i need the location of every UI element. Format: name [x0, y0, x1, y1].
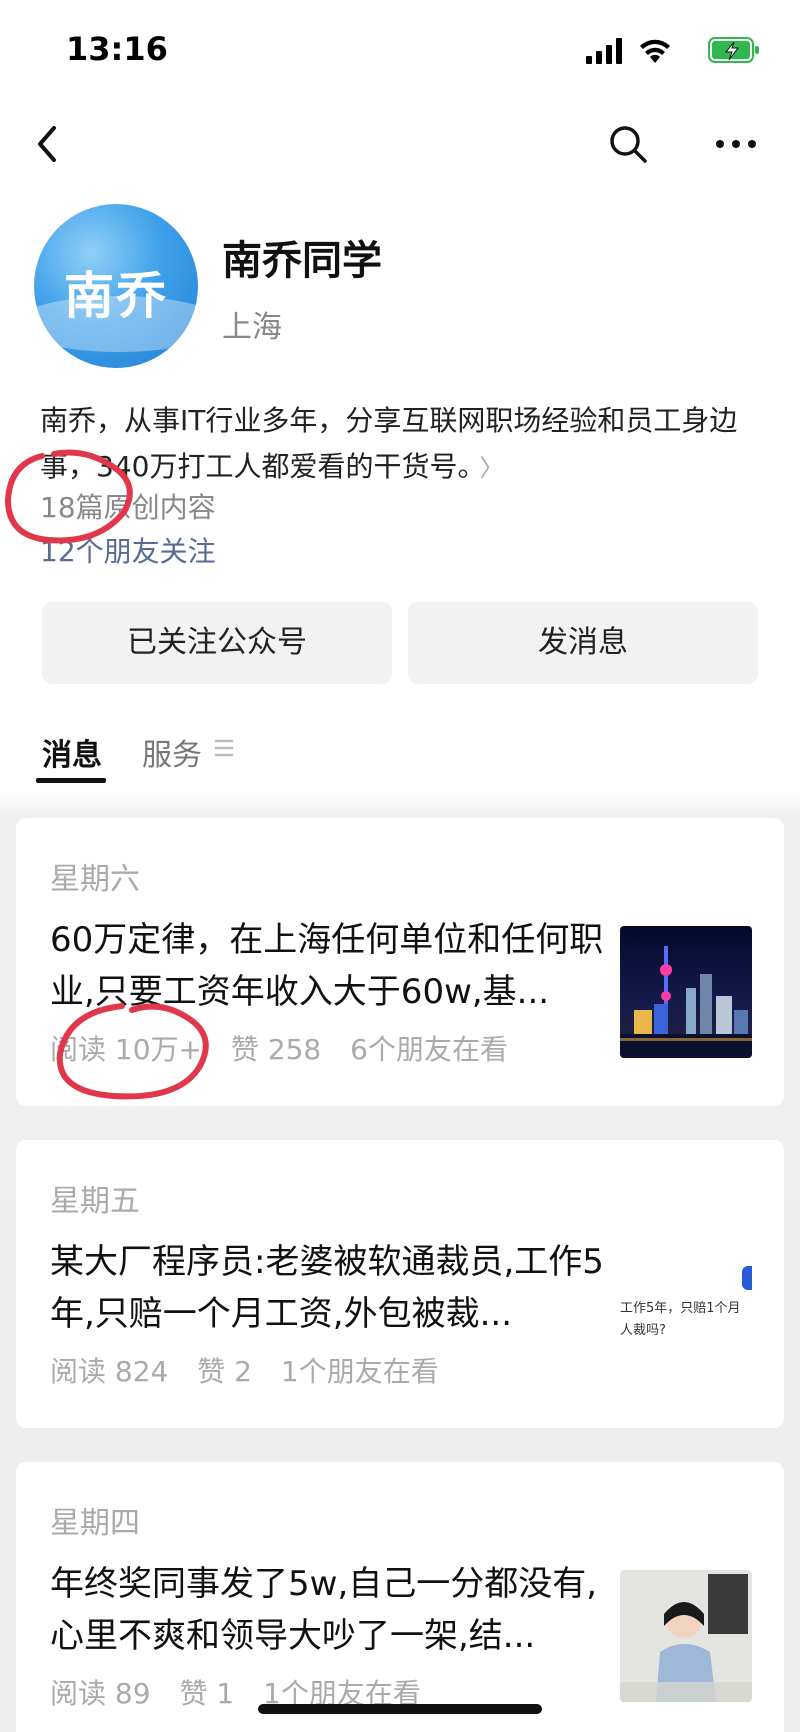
article-card[interactable]: 星期四 年终奖同事发了5w,自己一分都没有,心里不爽和领导大吵了一架,结... … [16, 1462, 784, 1732]
article-friends-watching: 6个朋友在看 [350, 1033, 508, 1066]
article-meta: 阅读 10万+ 赞 258 6个朋友在看 [50, 1028, 528, 1068]
profile-description-text: 南乔，从事IT行业多年，分享互联网职场经验和员工身边事，340万打工人都爱看的干… [40, 404, 738, 483]
article-thumbnail-city-night [620, 926, 752, 1058]
chevron-right-icon: 〉 [479, 454, 504, 482]
original-count: 18篇原创内容 [40, 491, 216, 524]
article-day: 星期四 [50, 1506, 140, 1541]
profile-location: 上海 [222, 310, 282, 345]
article-reads: 阅读 89 [50, 1677, 151, 1710]
article-likes: 赞 2 [197, 1355, 252, 1388]
tab-services[interactable]: 服务 [142, 730, 202, 774]
avatar-text: 南乔 [64, 267, 168, 325]
tab-bar: 消息 服务 [0, 730, 800, 790]
friends-follow-link[interactable]: 12个朋友关注 [40, 530, 216, 570]
tab-active-indicator [36, 778, 106, 783]
article-title: 某大厂程序员:老婆被软通裁员,工作5年,只赔一个月工资,外包被裁... [50, 1242, 604, 1334]
thumbnail-caption: 工作5年，只赔1个月 人裁吗? [620, 1301, 741, 1338]
article-likes: 赞 258 [230, 1033, 322, 1066]
nav-bar [0, 110, 800, 180]
menu-icon[interactable] [212, 736, 236, 760]
tab-messages[interactable]: 消息 [42, 730, 102, 774]
search-icon[interactable] [606, 122, 650, 166]
send-message-button[interactable]: 发消息 [408, 602, 758, 684]
article-card[interactable]: 星期六 60万定律，在上海任何单位和任何职业,只要工资年收入大于60w,基...… [16, 818, 784, 1106]
wifi-icon [640, 39, 670, 63]
followed-account-button[interactable]: 已关注公众号 [42, 602, 392, 684]
avatar[interactable]: 南乔 [34, 204, 198, 368]
signal-icon [586, 38, 622, 64]
profile-description[interactable]: 南乔，从事IT行业多年，分享互联网职场经验和员工身边事，340万打工人都爱看的干… [40, 398, 760, 491]
profile-name: 南乔同学 [222, 238, 382, 284]
status-bar: 13:16 [0, 0, 800, 100]
article-day: 星期五 [50, 1184, 140, 1219]
status-icons [560, 34, 760, 68]
article-day: 星期六 [50, 862, 140, 897]
article-likes: 赞 1 [179, 1677, 235, 1710]
battery-charging-icon [708, 37, 759, 63]
thumbnail-accent [742, 1266, 752, 1290]
article-title: 60万定律，在上海任何单位和任何职业,只要工资年收入大于60w,基... [50, 920, 604, 1012]
status-time: 13:16 [66, 30, 168, 68]
article-reads: 阅读 824 [50, 1355, 169, 1388]
article-friends-watching: 1个朋友在看 [280, 1355, 439, 1388]
article-thumbnail-text: 工作5年，只赔1个月 人裁吗? [620, 1248, 752, 1380]
article-card[interactable]: 星期五 某大厂程序员:老婆被软通裁员,工作5年,只赔一个月工资,外包被裁... … [16, 1140, 784, 1428]
article-thumbnail-office-photo [620, 1570, 752, 1702]
article-meta: 阅读 824 赞 2 1个朋友在看 [50, 1350, 459, 1390]
back-icon[interactable] [28, 122, 68, 166]
article-reads: 阅读 10万+ [50, 1033, 202, 1066]
article-title: 年终奖同事发了5w,自己一分都没有,心里不爽和领导大吵了一架,结... [50, 1564, 598, 1656]
more-icon[interactable] [712, 124, 760, 164]
home-indicator [258, 1704, 542, 1714]
